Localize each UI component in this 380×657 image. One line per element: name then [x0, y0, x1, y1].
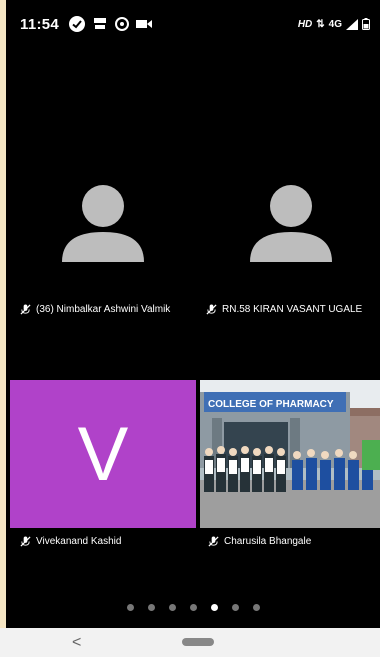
- participant-avatar-icon: [62, 185, 144, 262]
- participant-tile-2-label[interactable]: RN.58 KIRAN VASANT UGALE: [206, 304, 362, 315]
- signal-icon: [346, 18, 358, 30]
- data-arrows-icon: ⇅: [316, 18, 325, 30]
- video-camera-icon: [136, 20, 153, 28]
- status-icons: [69, 16, 153, 32]
- building-sign: COLLEGE OF PHARMACY: [208, 399, 334, 410]
- participant-name: (36) Nimbalkar Ashwini Valmik: [36, 304, 171, 315]
- verified-icon: [69, 16, 86, 32]
- page-dot[interactable]: [231, 604, 239, 611]
- participant-name: Charusila Bhangale: [224, 536, 312, 547]
- page-dot[interactable]: [147, 604, 155, 611]
- navigation-bar: <: [0, 628, 380, 657]
- page-indicator[interactable]: [6, 604, 380, 611]
- network-type: 4G: [328, 18, 342, 30]
- microphone-muted-icon: [20, 536, 31, 547]
- video-call-screen: 11:54 HD ⇅ 4G (36) Nimbalkar Ashwini Val…: [6, 0, 380, 657]
- status-right: HD ⇅ 4G: [298, 18, 370, 30]
- participant-tile-4-video[interactable]: COLLEGE OF PHARMACY: [200, 380, 380, 528]
- status-bar: 11:54 HD ⇅ 4G: [6, 0, 380, 48]
- hd-badge: HD: [297, 18, 313, 30]
- page-dot[interactable]: [210, 604, 218, 611]
- microphone-muted-icon: [20, 304, 31, 315]
- participant-tile-3-label: Vivekanand Kashid: [20, 536, 121, 547]
- participant-avatar-icon: [250, 185, 332, 262]
- participant-tile-4-label: Charusila Bhangale: [208, 536, 311, 547]
- video-feed-image: COLLEGE OF PHARMACY: [200, 380, 380, 528]
- home-pill-button[interactable]: [182, 638, 214, 646]
- microphone-muted-icon: [206, 304, 217, 315]
- swirl-icon: [115, 17, 130, 31]
- participant-name: RN.58 KIRAN VASANT UGALE: [222, 304, 363, 315]
- status-time: 11:54: [20, 15, 60, 33]
- page-dot[interactable]: [252, 604, 260, 611]
- page-dot[interactable]: [168, 604, 176, 611]
- back-button[interactable]: <: [72, 634, 81, 652]
- avatar-letter: V: [77, 411, 129, 497]
- microphone-muted-icon: [208, 536, 219, 547]
- participant-name: Vivekanand Kashid: [36, 536, 122, 547]
- participant-tile-3[interactable]: V: [10, 380, 196, 528]
- participant-tile-1-label[interactable]: (36) Nimbalkar Ashwini Valmik: [20, 304, 170, 315]
- page-dot[interactable]: [126, 604, 134, 611]
- page-dot[interactable]: [189, 604, 197, 611]
- battery-icon: [362, 18, 370, 30]
- tata-sky-icon: [94, 18, 107, 29]
